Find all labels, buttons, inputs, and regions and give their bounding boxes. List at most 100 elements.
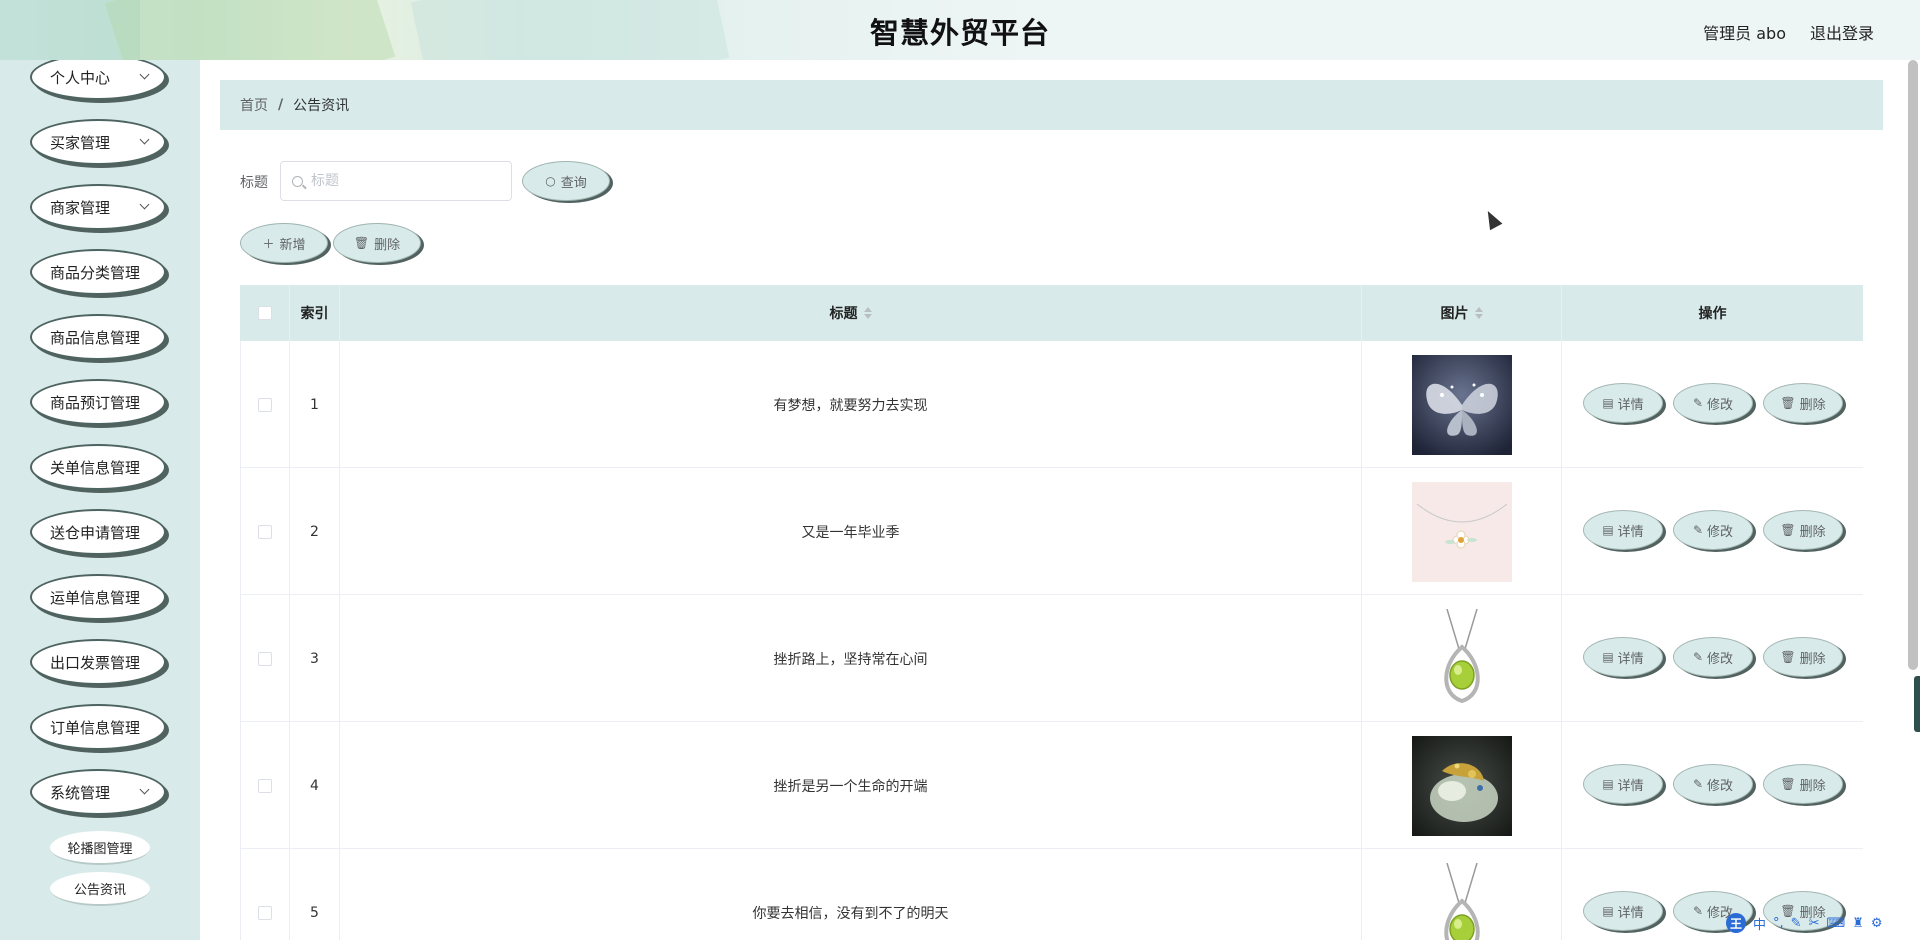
delete-button[interactable]: 🗑 删除 xyxy=(1763,383,1843,423)
punctuation-icon[interactable]: °, xyxy=(1773,916,1784,931)
sidebar-item-system[interactable]: 系统管理 xyxy=(30,769,166,815)
search-input[interactable] xyxy=(311,173,501,189)
add-button-label: 新增 xyxy=(279,237,306,253)
top-header: 智慧外贸平台 管理员 abo 退出登录 xyxy=(0,0,1920,60)
logout-link[interactable]: 退出登录 xyxy=(1810,20,1874,44)
edit-button-label: 修改 xyxy=(1707,778,1734,794)
side-handle[interactable] xyxy=(1914,676,1920,732)
batch-delete-button-label: 删除 xyxy=(374,237,401,253)
row-title: 你要去相信，没有到不了的明天 xyxy=(340,849,1362,940)
edit-button[interactable]: ✎ 修改 xyxy=(1673,383,1753,423)
sidebar-item-label: 商品预订管理 xyxy=(50,393,141,412)
search-icon xyxy=(292,176,303,187)
sidebar-item-label: 出口发票管理 xyxy=(50,653,141,672)
ime-toolbar[interactable]: 王 中 °, ✎ ✂ ⌨ ♜ ⚙ xyxy=(1726,912,1920,934)
flower-necklace-image xyxy=(1411,481,1512,582)
trash-icon: 🗑 xyxy=(1780,777,1796,791)
search-title-field[interactable] xyxy=(280,161,512,201)
sidebar-item-label: 商家管理 xyxy=(50,198,111,217)
detail-button[interactable]: ▤ 详情 xyxy=(1583,510,1663,550)
sidebar-item-label: 订单信息管理 xyxy=(50,718,141,737)
row-index: 4 xyxy=(290,722,340,849)
row-select-cell[interactable] xyxy=(240,468,290,595)
gear-icon[interactable]: ⚙ xyxy=(1871,916,1883,931)
document-icon: ▤ xyxy=(1602,777,1614,791)
query-button[interactable]: ○ 查询 xyxy=(522,161,610,201)
sidebar-item-reservation[interactable]: 商品预订管理 xyxy=(30,379,166,425)
sidebar: 个人中心 买家管理 商家管理 商品分类管理 商品信息管理 商品预订管理 关单信息… xyxy=(0,60,200,940)
sidebar-subitem-carousel[interactable]: 轮播图管理 xyxy=(50,831,150,865)
sidebar-item-label: 买家管理 xyxy=(50,133,111,152)
document-icon: ▤ xyxy=(1602,650,1614,664)
row-actions-cell: ▤ 详情 ✎ 修改 🗑 删除 xyxy=(1562,468,1863,595)
sidebar-item-product[interactable]: 商品信息管理 xyxy=(30,314,166,360)
table-header: 索引 标题 图片 操作 xyxy=(240,285,1863,341)
row-image-cell xyxy=(1362,595,1562,722)
row-checkbox[interactable] xyxy=(258,524,272,539)
sidebar-item-order[interactable]: 订单信息管理 xyxy=(30,704,166,750)
edit-button[interactable]: ✎ 修改 xyxy=(1673,637,1753,677)
sort-icon[interactable] xyxy=(863,307,872,319)
document-icon: ▤ xyxy=(1602,523,1614,537)
row-select-cell[interactable] xyxy=(240,595,290,722)
detail-button[interactable]: ▤ 详情 xyxy=(1583,764,1663,804)
page-scrollbar[interactable] xyxy=(1908,60,1918,670)
column-header-image[interactable]: 图片 xyxy=(1362,285,1562,341)
row-checkbox[interactable] xyxy=(258,905,272,920)
sidebar-item-category[interactable]: 商品分类管理 xyxy=(30,249,166,295)
row-actions-cell: ▤ 详情 ✎ 修改 🗑 删除 xyxy=(1562,722,1863,849)
row-select-cell[interactable] xyxy=(240,341,290,468)
sidebar-item-buyer[interactable]: 买家管理 xyxy=(30,119,166,165)
delete-button[interactable]: 🗑 删除 xyxy=(1763,764,1843,804)
column-header-label: 图片 xyxy=(1440,306,1469,322)
edit-button[interactable]: ✎ 修改 xyxy=(1673,764,1753,804)
app-title: 智慧外贸平台 xyxy=(869,16,1050,50)
column-header-label: 索引 xyxy=(300,306,329,322)
row-index: 5 xyxy=(290,849,340,940)
document-icon: ▤ xyxy=(1602,904,1614,918)
detail-button[interactable]: ▤ 详情 xyxy=(1583,637,1663,677)
scissors-icon[interactable]: ✂ xyxy=(1809,916,1820,931)
peridot-pendant-image xyxy=(1411,862,1512,940)
plus-icon: ＋ xyxy=(262,236,275,251)
select-all-checkbox[interactable] xyxy=(257,306,272,320)
delete-button[interactable]: 🗑 删除 xyxy=(1763,510,1843,550)
peridot-pendant-image xyxy=(1411,608,1512,709)
sidebar-subitem-announcements[interactable]: 公告资讯 xyxy=(50,872,150,906)
breadcrumb-home[interactable]: 首页 xyxy=(240,95,268,115)
row-actions-cell: ▤ 详情 ✎ 修改 🗑 删除 xyxy=(1562,595,1863,722)
add-button[interactable]: ＋ 新增 xyxy=(240,223,328,263)
row-image-cell xyxy=(1362,849,1562,940)
detail-button[interactable]: ▤ 详情 xyxy=(1583,891,1663,931)
row-checkbox[interactable] xyxy=(258,778,272,793)
row-select-cell[interactable] xyxy=(240,722,290,849)
sidebar-item-merchant[interactable]: 商家管理 xyxy=(30,184,166,230)
row-checkbox[interactable] xyxy=(258,397,272,412)
edit-button-label: 修改 xyxy=(1707,397,1734,413)
row-title: 又是一年毕业季 xyxy=(340,468,1362,595)
sidebar-item-warehouse[interactable]: 送仓申请管理 xyxy=(30,509,166,555)
sidebar-item-label: 关单信息管理 xyxy=(50,458,141,477)
sidebar-item-label: 个人中心 xyxy=(50,68,111,87)
breadcrumb-separator: / xyxy=(278,97,284,113)
edit-button[interactable]: ✎ 修改 xyxy=(1673,510,1753,550)
row-select-cell[interactable] xyxy=(240,849,290,940)
sidebar-item-invoice[interactable]: 出口发票管理 xyxy=(30,639,166,685)
sort-icon[interactable] xyxy=(1474,307,1483,319)
row-index: 3 xyxy=(290,595,340,722)
row-checkbox[interactable] xyxy=(258,651,272,666)
delete-button[interactable]: 🗑 删除 xyxy=(1763,637,1843,677)
shirt-icon[interactable]: ♜ xyxy=(1852,916,1864,931)
delete-button-label: 删除 xyxy=(1799,778,1826,794)
detail-button[interactable]: ▤ 详情 xyxy=(1583,383,1663,423)
pen-icon[interactable]: ✎ xyxy=(1791,916,1802,931)
sidebar-item-personal-center[interactable]: 个人中心 xyxy=(30,60,166,100)
column-header-title[interactable]: 标题 xyxy=(340,285,1362,341)
keyboard-icon[interactable]: ⌨ xyxy=(1826,916,1845,931)
batch-delete-button[interactable]: 🗑 删除 xyxy=(333,223,421,263)
edit-button-label: 修改 xyxy=(1707,524,1734,540)
sidebar-item-customs[interactable]: 关单信息管理 xyxy=(30,444,166,490)
header-select-all[interactable] xyxy=(240,285,290,341)
sidebar-item-waybill[interactable]: 运单信息管理 xyxy=(30,574,166,620)
ime-mode-indicator[interactable]: 中 xyxy=(1753,914,1766,933)
